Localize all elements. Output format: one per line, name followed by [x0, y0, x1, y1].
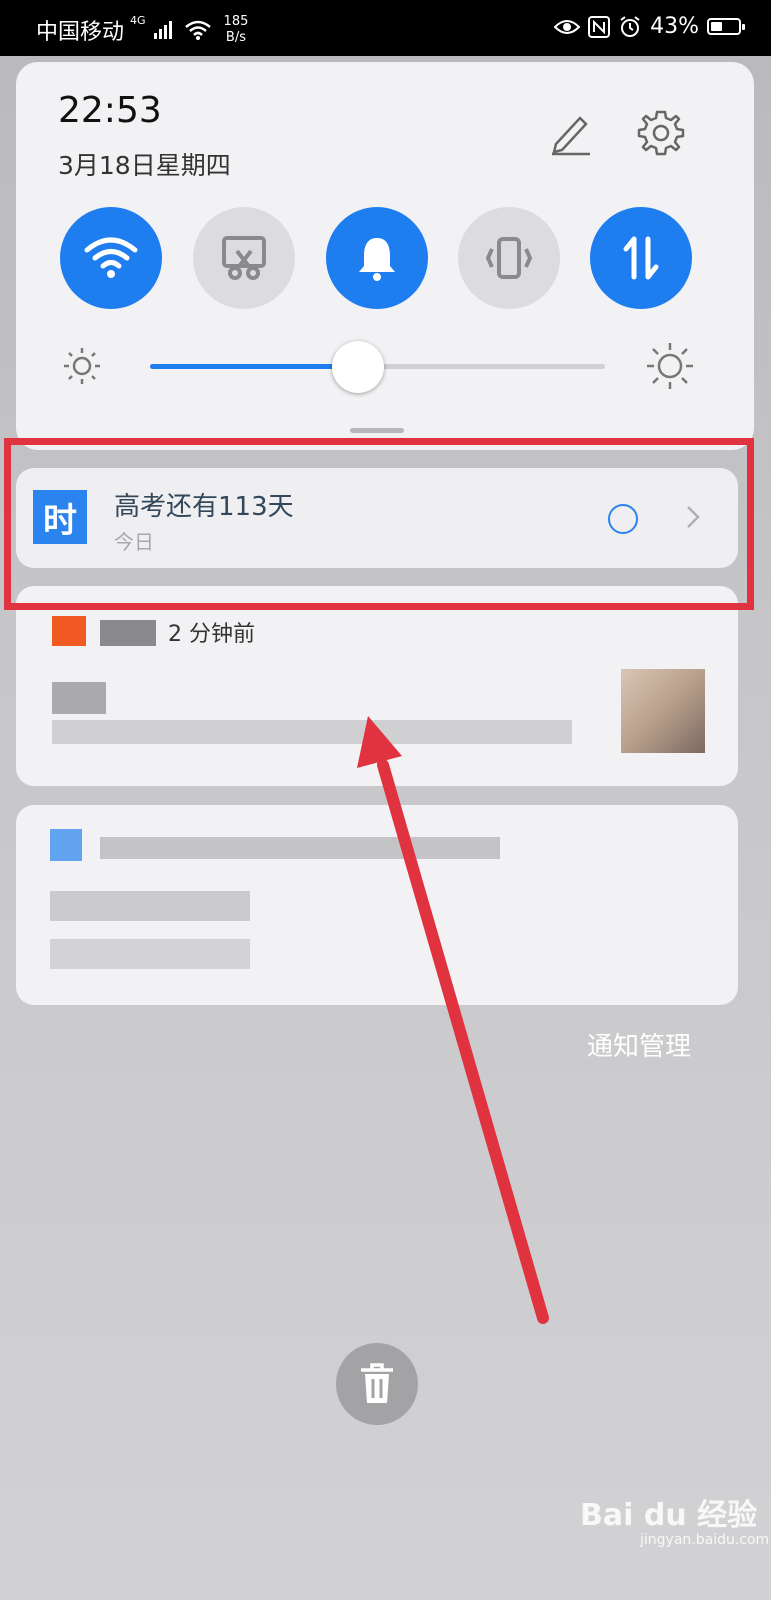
data-transfer-icon — [623, 236, 659, 280]
eye-comfort-icon — [554, 19, 581, 34]
highlight-box — [4, 438, 754, 610]
notification-management-link[interactable]: 通知管理 — [587, 1026, 691, 1063]
blurred-message — [52, 720, 572, 744]
wifi-toggle[interactable] — [60, 207, 162, 309]
clear-all-button[interactable] — [336, 1343, 418, 1425]
screenshot-toggle[interactable] — [193, 207, 295, 309]
wifi-icon — [84, 237, 138, 278]
brightness-high-icon — [647, 343, 693, 389]
network-type: 4G — [130, 14, 146, 27]
alarm-icon — [620, 15, 640, 37]
blurred-line-2 — [50, 939, 250, 969]
battery-percent: 43% — [650, 14, 699, 39]
vibrate-toggle[interactable] — [458, 207, 560, 309]
brightness-thumb[interactable] — [332, 341, 384, 393]
wifi-status-icon — [184, 20, 211, 40]
notification-card-blurred-2[interactable] — [16, 805, 738, 1005]
trash-icon — [361, 1363, 393, 1403]
watermark-url: jingyan.baidu.com — [640, 1532, 770, 1548]
quick-settings-panel: 22:53 3月18日星期四 — [16, 62, 754, 450]
clock-time: 22:53 — [58, 90, 162, 131]
bell-icon — [359, 238, 395, 281]
brightness-fill — [150, 364, 355, 369]
gear-icon[interactable] — [636, 108, 686, 158]
carrier-label: 中国移动 — [36, 20, 125, 45]
watermark-brand: Bai du 经验 — [580, 1498, 758, 1533]
status-bar: 中国移动 4G 185 B/s 43% — [0, 0, 771, 56]
signal-icon — [153, 21, 172, 39]
sound-toggle[interactable] — [326, 207, 428, 309]
blurred-sender — [52, 682, 106, 714]
speed-unit: B/s — [225, 30, 246, 45]
speed-value: 185 — [223, 14, 249, 29]
battery-icon — [707, 18, 745, 35]
blurred-app-icon — [52, 616, 86, 646]
brightness-low-icon — [64, 348, 100, 384]
blurred-app-name — [100, 620, 156, 646]
notification-time: 2 分钟前 — [168, 622, 255, 647]
panel-drag-handle[interactable] — [350, 428, 404, 433]
edit-icon[interactable] — [546, 108, 594, 156]
notification-card-blurred[interactable]: 2 分钟前 — [16, 586, 738, 786]
mobile-data-toggle[interactable] — [590, 207, 692, 309]
clock-date: 3月18日星期四 — [58, 151, 231, 180]
screenshot-icon — [222, 236, 266, 280]
blurred-header — [100, 837, 500, 859]
vibrate-icon — [485, 237, 533, 279]
nfc-icon — [588, 15, 611, 38]
blurred-line-1 — [50, 891, 250, 921]
notification-thumbnail — [621, 669, 705, 753]
blurred-app-icon — [50, 829, 82, 861]
